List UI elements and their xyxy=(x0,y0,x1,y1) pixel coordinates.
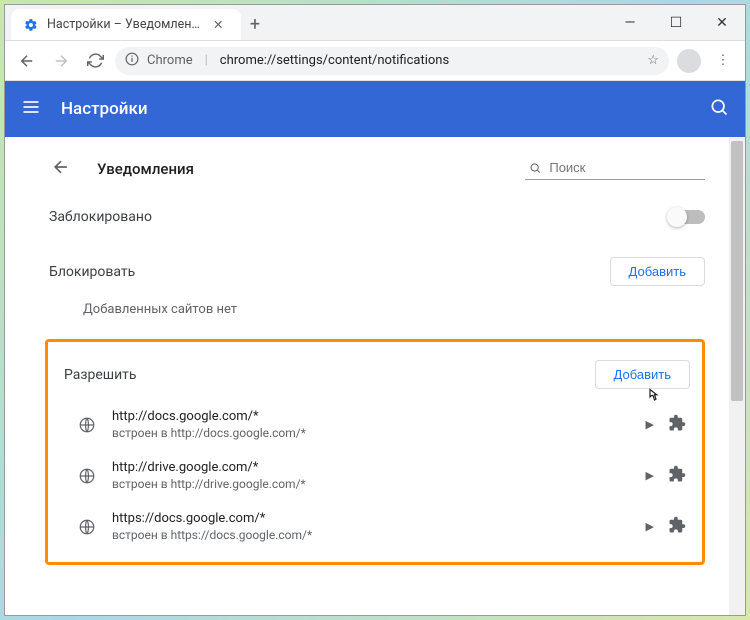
titlebar: Настройки – Уведомления ✕ + — ☐ ✕ xyxy=(5,5,745,41)
site-text: https://docs.google.com/* встроен в https… xyxy=(112,511,632,542)
vertical-scrollbar[interactable] xyxy=(729,137,745,615)
address-bar[interactable]: Chrome | chrome://settings/content/notif… xyxy=(115,47,669,75)
reload-button[interactable] xyxy=(81,47,109,75)
window-controls: — ☐ ✕ xyxy=(607,5,745,40)
minimize-button[interactable]: — xyxy=(607,5,653,40)
blocked-toggle[interactable] xyxy=(669,210,705,224)
url-origin: Chrome xyxy=(147,53,193,68)
site-url: https://docs.google.com/* xyxy=(112,511,632,526)
block-add-button[interactable]: Добавить xyxy=(610,257,705,286)
settings-search-input[interactable] xyxy=(549,160,701,175)
expand-arrow-icon[interactable]: ▶ xyxy=(646,520,654,533)
close-window-button[interactable]: ✕ xyxy=(699,5,745,40)
site-url: http://docs.google.com/* xyxy=(112,409,632,424)
block-section-header: Блокировать Добавить xyxy=(45,243,705,296)
content-area: Уведомления Заблокировано Блокировать До… xyxy=(5,137,745,615)
allow-section-header: Разрешить Добавить xyxy=(60,346,690,399)
browser-window: Настройки – Уведомления ✕ + — ☐ ✕ Chrome… xyxy=(4,4,746,616)
back-button[interactable] xyxy=(13,47,41,75)
blocked-label: Заблокировано xyxy=(49,209,669,225)
block-empty-message: Добавленных сайтов нет xyxy=(45,296,705,333)
search-icon xyxy=(529,161,541,175)
blocked-row: Заблокировано xyxy=(45,191,705,243)
url-path: chrome://settings/content/notifications xyxy=(220,53,449,68)
globe-icon xyxy=(76,516,98,538)
site-text: http://docs.google.com/* встроен в http:/… xyxy=(112,409,632,440)
header-search-icon[interactable] xyxy=(709,97,729,121)
site-origin: встроен в http://docs.google.com/* xyxy=(112,426,632,440)
allow-section-title: Разрешить xyxy=(64,367,137,383)
site-text: http://drive.google.com/* встроен в http:… xyxy=(112,460,632,491)
allow-section-highlight: Разрешить Добавить http://docs.google.co… xyxy=(45,339,705,565)
toolbar: Chrome | chrome://settings/content/notif… xyxy=(5,41,745,81)
page-title: Уведомления xyxy=(97,160,194,178)
expand-arrow-icon[interactable]: ▶ xyxy=(646,469,654,482)
scrollbar-thumb[interactable] xyxy=(731,141,743,401)
expand-arrow-icon[interactable]: ▶ xyxy=(646,418,654,431)
extension-icon[interactable] xyxy=(668,465,686,487)
profile-avatar[interactable] xyxy=(675,47,703,75)
extension-icon[interactable] xyxy=(668,516,686,538)
allow-site-row[interactable]: http://drive.google.com/* встроен в http:… xyxy=(60,450,690,501)
tab-title: Настройки – Уведомления xyxy=(47,17,205,32)
globe-icon xyxy=(76,414,98,436)
close-icon[interactable]: ✕ xyxy=(213,17,229,33)
site-origin: встроен в https://docs.google.com/* xyxy=(112,528,632,542)
hamburger-icon[interactable] xyxy=(21,97,41,121)
new-tab-button[interactable]: + xyxy=(241,9,269,40)
url-separator: | xyxy=(205,53,208,68)
site-url: http://drive.google.com/* xyxy=(112,460,632,475)
allow-site-row[interactable]: https://docs.google.com/* встроен в https… xyxy=(60,501,690,552)
forward-button[interactable] xyxy=(47,47,75,75)
block-section-title: Блокировать xyxy=(49,264,135,280)
browser-tab[interactable]: Настройки – Уведомления ✕ xyxy=(11,9,241,40)
settings-title: Настройки xyxy=(61,99,148,119)
gear-icon xyxy=(23,17,39,33)
maximize-button[interactable]: ☐ xyxy=(653,5,699,40)
allow-site-row[interactable]: http://docs.google.com/* встроен в http:/… xyxy=(60,399,690,450)
site-info-icon[interactable] xyxy=(125,52,139,70)
page-back-button[interactable] xyxy=(45,151,77,187)
bookmark-star-icon[interactable]: ☆ xyxy=(647,53,659,68)
settings-search[interactable] xyxy=(525,158,705,180)
allow-add-button[interactable]: Добавить xyxy=(595,360,690,389)
site-origin: встроен в http://drive.google.com/* xyxy=(112,477,632,491)
menu-button[interactable]: ⋮ xyxy=(709,47,737,75)
globe-icon xyxy=(76,465,98,487)
settings-header: Настройки xyxy=(5,81,745,137)
extension-icon[interactable] xyxy=(668,414,686,436)
